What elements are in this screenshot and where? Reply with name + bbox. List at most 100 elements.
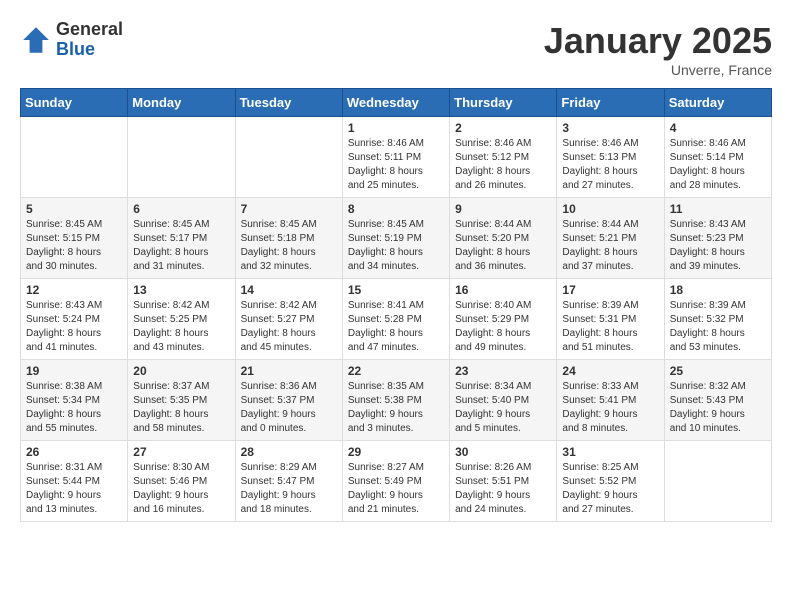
calendar-cell: 13Sunrise: 8:42 AM Sunset: 5:25 PM Dayli… bbox=[128, 279, 235, 360]
day-info: Sunrise: 8:32 AM Sunset: 5:43 PM Dayligh… bbox=[670, 380, 766, 436]
calendar-cell: 30Sunrise: 8:26 AM Sunset: 5:51 PM Dayli… bbox=[450, 441, 557, 522]
calendar-cell: 29 Sunrise: 8:27 AM Sunset: 5:49 PM Dayli… bbox=[342, 441, 449, 522]
calendar-cell: 22 Sunrise: 8:35 AM Sunset: 5:38 PM Dayli… bbox=[342, 360, 449, 441]
day-info: Sunrise: 8:43 AM Sunset: 5:24 PM Dayligh… bbox=[26, 299, 122, 355]
calendar-cell: 25 Sunrise: 8:32 AM Sunset: 5:43 PM Dayli… bbox=[664, 360, 771, 441]
day-info: Sunrise: 8:31 AM Sunset: 5:44 PM Dayligh… bbox=[26, 461, 122, 517]
day-number: 23 bbox=[455, 364, 551, 378]
logo-icon bbox=[20, 24, 52, 56]
day-number: 20 bbox=[133, 364, 229, 378]
calendar-cell: 11 Sunrise: 8:43 AM Sunset: 5:23 PM Dayli… bbox=[664, 198, 771, 279]
logo-general: General bbox=[56, 20, 123, 40]
day-header: Wednesday bbox=[342, 89, 449, 117]
page-header: General Blue January 2025 Unverre, Franc… bbox=[20, 20, 772, 78]
day-number: 10 bbox=[562, 202, 658, 216]
calendar-cell: 5Sunrise: 8:45 AM Sunset: 5:15 PM Daylig… bbox=[21, 198, 128, 279]
day-number: 29 bbox=[348, 445, 444, 459]
calendar-cell: 28 Sunrise: 8:29 AM Sunset: 5:47 PM Dayli… bbox=[235, 441, 342, 522]
calendar-cell: 31 Sunrise: 8:25 AM Sunset: 5:52 PM Dayli… bbox=[557, 441, 664, 522]
calendar-cell bbox=[235, 117, 342, 198]
day-number: 22 bbox=[348, 364, 444, 378]
title-area: January 2025 Unverre, France bbox=[544, 20, 772, 78]
calendar: SundayMondayTuesdayWednesdayThursdayFrid… bbox=[20, 88, 772, 522]
day-info: Sunrise: 8:45 AM Sunset: 5:19 PM Dayligh… bbox=[348, 218, 444, 274]
day-info: Sunrise: 8:34 AM Sunset: 5:40 PM Dayligh… bbox=[455, 380, 551, 436]
day-number: 24 bbox=[562, 364, 658, 378]
calendar-cell bbox=[664, 441, 771, 522]
day-number: 7 bbox=[241, 202, 337, 216]
calendar-cell: 17Sunrise: 8:39 AM Sunset: 5:31 PM Dayli… bbox=[557, 279, 664, 360]
calendar-cell: 27 Sunrise: 8:30 AM Sunset: 5:46 PM Dayli… bbox=[128, 441, 235, 522]
day-number: 26 bbox=[26, 445, 122, 459]
calendar-cell: 15 Sunrise: 8:41 AM Sunset: 5:28 PM Dayli… bbox=[342, 279, 449, 360]
day-info: Sunrise: 8:46 AM Sunset: 5:14 PM Dayligh… bbox=[670, 137, 766, 193]
day-number: 19 bbox=[26, 364, 122, 378]
calendar-cell: 1 Sunrise: 8:46 AM Sunset: 5:11 PM Daylig… bbox=[342, 117, 449, 198]
day-info: Sunrise: 8:39 AM Sunset: 5:31 PM Dayligh… bbox=[562, 299, 658, 355]
calendar-cell: 21Sunrise: 8:36 AM Sunset: 5:37 PM Dayli… bbox=[235, 360, 342, 441]
day-info: Sunrise: 8:46 AM Sunset: 5:11 PM Dayligh… bbox=[348, 137, 444, 193]
day-header: Sunday bbox=[21, 89, 128, 117]
day-number: 16 bbox=[455, 283, 551, 297]
day-number: 5 bbox=[26, 202, 122, 216]
calendar-cell: 7 Sunrise: 8:45 AM Sunset: 5:18 PM Daylig… bbox=[235, 198, 342, 279]
calendar-header-row: SundayMondayTuesdayWednesdayThursdayFrid… bbox=[21, 89, 772, 117]
calendar-cell: 10 Sunrise: 8:44 AM Sunset: 5:21 PM Dayli… bbox=[557, 198, 664, 279]
month-title: January 2025 bbox=[544, 20, 772, 62]
logo: General Blue bbox=[20, 20, 123, 60]
calendar-cell: 24 Sunrise: 8:33 AM Sunset: 5:41 PM Dayli… bbox=[557, 360, 664, 441]
day-number: 11 bbox=[670, 202, 766, 216]
logo-blue: Blue bbox=[56, 40, 123, 60]
day-info: Sunrise: 8:39 AM Sunset: 5:32 PM Dayligh… bbox=[670, 299, 766, 355]
day-number: 13 bbox=[133, 283, 229, 297]
day-info: Sunrise: 8:26 AM Sunset: 5:51 PM Dayligh… bbox=[455, 461, 551, 517]
day-info: Sunrise: 8:25 AM Sunset: 5:52 PM Dayligh… bbox=[562, 461, 658, 517]
day-info: Sunrise: 8:41 AM Sunset: 5:28 PM Dayligh… bbox=[348, 299, 444, 355]
day-number: 8 bbox=[348, 202, 444, 216]
calendar-cell bbox=[128, 117, 235, 198]
day-number: 15 bbox=[348, 283, 444, 297]
day-number: 4 bbox=[670, 121, 766, 135]
day-info: Sunrise: 8:43 AM Sunset: 5:23 PM Dayligh… bbox=[670, 218, 766, 274]
day-info: Sunrise: 8:45 AM Sunset: 5:17 PM Dayligh… bbox=[133, 218, 229, 274]
calendar-cell: 8 Sunrise: 8:45 AM Sunset: 5:19 PM Daylig… bbox=[342, 198, 449, 279]
calendar-cell: 2Sunrise: 8:46 AM Sunset: 5:12 PM Daylig… bbox=[450, 117, 557, 198]
day-number: 6 bbox=[133, 202, 229, 216]
calendar-cell: 14 Sunrise: 8:42 AM Sunset: 5:27 PM Dayli… bbox=[235, 279, 342, 360]
day-info: Sunrise: 8:33 AM Sunset: 5:41 PM Dayligh… bbox=[562, 380, 658, 436]
day-info: Sunrise: 8:44 AM Sunset: 5:21 PM Dayligh… bbox=[562, 218, 658, 274]
calendar-cell: 16 Sunrise: 8:40 AM Sunset: 5:29 PM Dayli… bbox=[450, 279, 557, 360]
calendar-week-row: 19 Sunrise: 8:38 AM Sunset: 5:34 PM Dayli… bbox=[21, 360, 772, 441]
logo-text: General Blue bbox=[56, 20, 123, 60]
day-info: Sunrise: 8:30 AM Sunset: 5:46 PM Dayligh… bbox=[133, 461, 229, 517]
day-info: Sunrise: 8:37 AM Sunset: 5:35 PM Dayligh… bbox=[133, 380, 229, 436]
day-info: Sunrise: 8:40 AM Sunset: 5:29 PM Dayligh… bbox=[455, 299, 551, 355]
calendar-cell: 23 Sunrise: 8:34 AM Sunset: 5:40 PM Dayli… bbox=[450, 360, 557, 441]
day-number: 27 bbox=[133, 445, 229, 459]
calendar-cell: 20 Sunrise: 8:37 AM Sunset: 5:35 PM Dayli… bbox=[128, 360, 235, 441]
day-number: 2 bbox=[455, 121, 551, 135]
day-header: Tuesday bbox=[235, 89, 342, 117]
calendar-cell: 9 Sunrise: 8:44 AM Sunset: 5:20 PM Daylig… bbox=[450, 198, 557, 279]
calendar-cell bbox=[21, 117, 128, 198]
day-info: Sunrise: 8:42 AM Sunset: 5:27 PM Dayligh… bbox=[241, 299, 337, 355]
day-number: 9 bbox=[455, 202, 551, 216]
day-number: 3 bbox=[562, 121, 658, 135]
day-number: 25 bbox=[670, 364, 766, 378]
day-info: Sunrise: 8:38 AM Sunset: 5:34 PM Dayligh… bbox=[26, 380, 122, 436]
day-number: 18 bbox=[670, 283, 766, 297]
day-info: Sunrise: 8:44 AM Sunset: 5:20 PM Dayligh… bbox=[455, 218, 551, 274]
day-info: Sunrise: 8:29 AM Sunset: 5:47 PM Dayligh… bbox=[241, 461, 337, 517]
day-number: 31 bbox=[562, 445, 658, 459]
day-info: Sunrise: 8:35 AM Sunset: 5:38 PM Dayligh… bbox=[348, 380, 444, 436]
calendar-week-row: 12Sunrise: 8:43 AM Sunset: 5:24 PM Dayli… bbox=[21, 279, 772, 360]
day-info: Sunrise: 8:27 AM Sunset: 5:49 PM Dayligh… bbox=[348, 461, 444, 517]
day-number: 14 bbox=[241, 283, 337, 297]
day-number: 28 bbox=[241, 445, 337, 459]
day-header: Friday bbox=[557, 89, 664, 117]
calendar-week-row: 26 Sunrise: 8:31 AM Sunset: 5:44 PM Dayli… bbox=[21, 441, 772, 522]
calendar-cell: 6 Sunrise: 8:45 AM Sunset: 5:17 PM Daylig… bbox=[128, 198, 235, 279]
day-number: 1 bbox=[348, 121, 444, 135]
day-info: Sunrise: 8:46 AM Sunset: 5:13 PM Dayligh… bbox=[562, 137, 658, 193]
day-info: Sunrise: 8:45 AM Sunset: 5:18 PM Dayligh… bbox=[241, 218, 337, 274]
